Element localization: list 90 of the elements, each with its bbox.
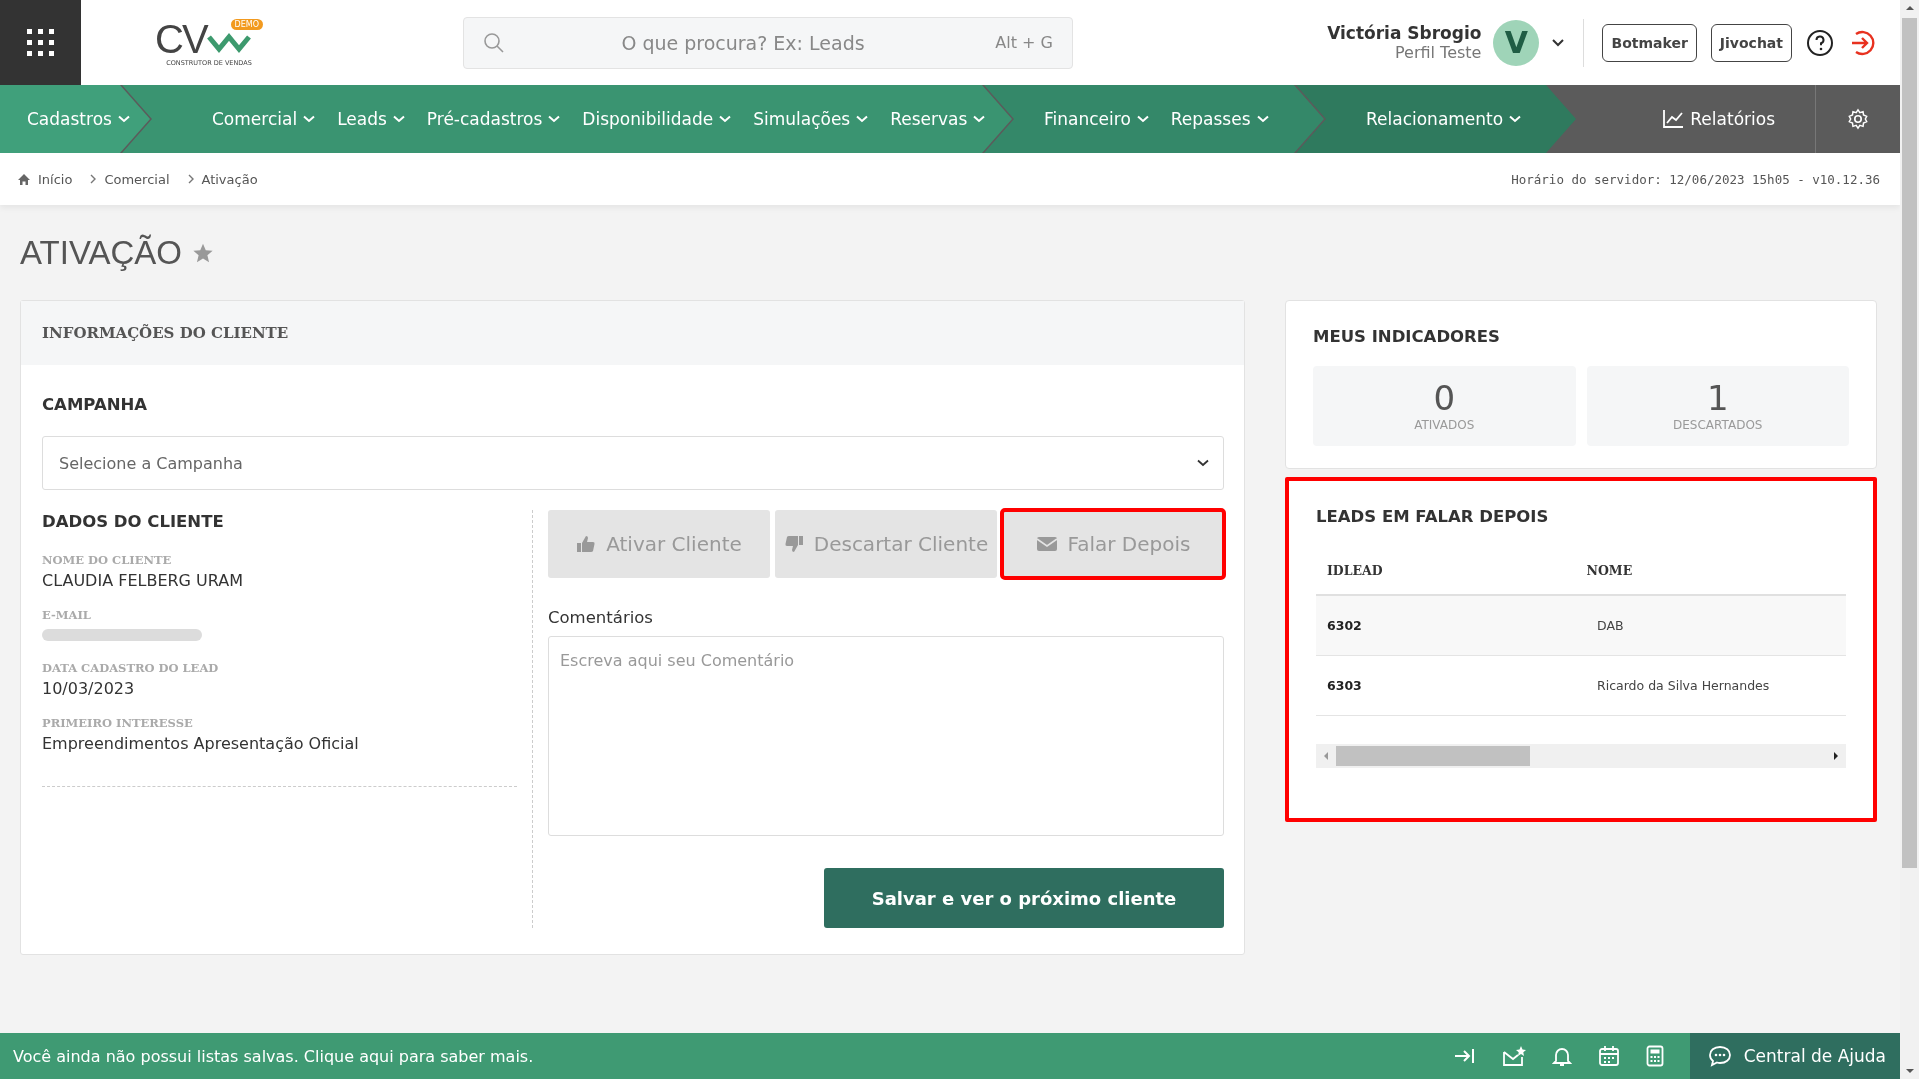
breadcrumb-link[interactable]: Comercial — [104, 171, 170, 187]
arrow-to-bar-icon[interactable] — [1453, 1046, 1476, 1066]
campaign-select[interactable]: Selecione a Campanha — [42, 436, 1224, 490]
action-button[interactable]: Falar Depois — [1002, 510, 1224, 578]
field-label: PRIMEIRO INTERESSE — [42, 716, 194, 730]
field-label: E-MAIL — [42, 608, 92, 622]
chevron-down-icon — [973, 115, 986, 123]
chevron-down-icon — [548, 115, 561, 123]
bell-icon[interactable] — [1551, 1045, 1572, 1067]
comments-field[interactable]: Escreva aqui seu Comentário — [548, 636, 1224, 836]
help-icon[interactable] — [1806, 28, 1834, 57]
line-chart-icon — [1662, 109, 1685, 129]
chevron-right-icon — [186, 173, 195, 185]
table-cell-text: 6302 — [1327, 618, 1363, 633]
chevron-down-icon — [1136, 115, 1149, 123]
section-title: DADOS DO CLIENTE — [42, 512, 225, 531]
saved-lists-message[interactable]: Você ainda não possui listas salvas. Clique aqui para saber mais. — [13, 1046, 534, 1066]
user-avatar[interactable]: V — [1493, 19, 1540, 66]
nav-menu-item[interactable]: Cadastros — [27, 109, 130, 129]
logo-text[interactable]: CV — [155, 18, 207, 59]
page-title: ATIVAÇÃO — [20, 233, 182, 272]
nav-menu-item[interactable]: Comercial — [212, 109, 316, 129]
nav-menu-item[interactable]: Simulações — [753, 109, 869, 129]
field-value: 10/03/2023 — [42, 679, 136, 698]
field-value: CLAUDIA FELBERG URAM — [42, 571, 245, 590]
chevron-down-icon — [117, 115, 130, 123]
stat-value: 0 — [1433, 380, 1456, 418]
chevron-down-icon — [303, 115, 316, 123]
calendar-icon[interactable] — [1597, 1045, 1620, 1067]
column-header: IDLEAD — [1327, 562, 1384, 578]
nav-menu-item[interactable]: Financeiro — [1044, 109, 1149, 129]
field-label: DATA CADASTRO DO LEAD — [42, 661, 220, 675]
home-icon — [17, 172, 31, 186]
help-center-button[interactable]: Central de Ajuda — [1689, 1033, 1900, 1079]
envelope-icon — [1035, 535, 1058, 553]
apps-grid-button[interactable] — [0, 0, 81, 85]
column-header: NOME — [1586, 562, 1634, 578]
calculator-icon[interactable] — [1645, 1045, 1664, 1067]
header-button[interactable]: Jivochat — [1710, 23, 1792, 62]
table-cell-text: 6303 — [1327, 678, 1363, 693]
stat-label: ATIVADOS — [1414, 417, 1475, 432]
thumbs-down-icon — [783, 534, 804, 554]
field-value: Empreendimentos Apresentação Oficial — [42, 734, 360, 753]
user-profile: Perfil Teste — [1395, 43, 1482, 62]
action-button[interactable]: Ativar Cliente — [548, 510, 770, 578]
comments-label: Comentários — [548, 608, 654, 627]
shortcut-hint: Alt + G — [995, 32, 1053, 52]
grid-icon — [26, 28, 55, 57]
section-title: CAMPANHA — [42, 395, 149, 414]
scroll-left-icon[interactable] — [1322, 751, 1330, 761]
chevron-down-icon[interactable] — [1551, 37, 1566, 48]
header-button[interactable]: Botmaker — [1602, 23, 1697, 62]
chevron-down-icon — [719, 115, 732, 123]
card-title: MEUS INDICADORES — [1313, 327, 1501, 346]
search-icon — [483, 31, 505, 54]
card-title: LEADS EM FALAR DEPOIS — [1316, 507, 1550, 526]
thumbs-up-icon — [576, 534, 597, 554]
chat-bubble-icon — [1707, 1045, 1732, 1067]
chevron-down-icon — [1509, 115, 1522, 123]
scroll-down-icon[interactable] — [1904, 1067, 1915, 1075]
save-button[interactable]: Salvar e ver o próximo cliente — [824, 868, 1224, 928]
chevron-right-icon — [89, 173, 98, 185]
chevron-down-icon — [1256, 115, 1269, 123]
action-button[interactable]: Descartar Cliente — [775, 510, 997, 578]
chevron-down-icon — [856, 115, 869, 123]
mail-star-icon[interactable] — [1501, 1045, 1526, 1067]
nav-menu-item[interactable]: Repasses — [1170, 109, 1269, 129]
user-name: Victória Sbrogio — [1327, 23, 1482, 43]
reports-link[interactable]: Relatórios — [1662, 109, 1775, 129]
settings-icon[interactable] — [1847, 108, 1869, 130]
stat-label: DESCARTADOS — [1673, 417, 1763, 432]
card-title: INFORMAÇÕES DO CLIENTE — [42, 324, 289, 342]
scroll-right-icon[interactable] — [1832, 751, 1840, 761]
field-label: NOME DO CLIENTE — [42, 553, 173, 567]
horizontal-scrollbar[interactable] — [1316, 744, 1846, 768]
nav-menu-item[interactable]: Leads — [337, 109, 405, 129]
server-time: Horário do servidor: 12/06/2023 15h05 - v10.12.36 — [1511, 171, 1880, 187]
breadcrumb-link[interactable]: Ativação — [201, 171, 258, 187]
chevron-down-icon — [1197, 459, 1209, 467]
table-cell: DAB — [1597, 618, 1624, 633]
demo-badge: DEMO — [230, 18, 263, 30]
stat-value: 1 — [1706, 380, 1729, 418]
nav-menu-item[interactable]: Pré-cadastros — [426, 109, 561, 129]
nav-menu-item[interactable]: Disponibilidade — [582, 109, 732, 129]
nav-menu-item[interactable]: Reservas — [890, 109, 986, 129]
scroll-up-icon[interactable] — [1904, 4, 1915, 12]
table-cell: Ricardo da Silva Hernandes — [1597, 678, 1770, 693]
breadcrumb-link[interactable]: Início — [38, 171, 73, 187]
nav-menu-item[interactable]: Relacionamento — [1366, 109, 1522, 129]
chevron-down-icon — [392, 115, 405, 123]
